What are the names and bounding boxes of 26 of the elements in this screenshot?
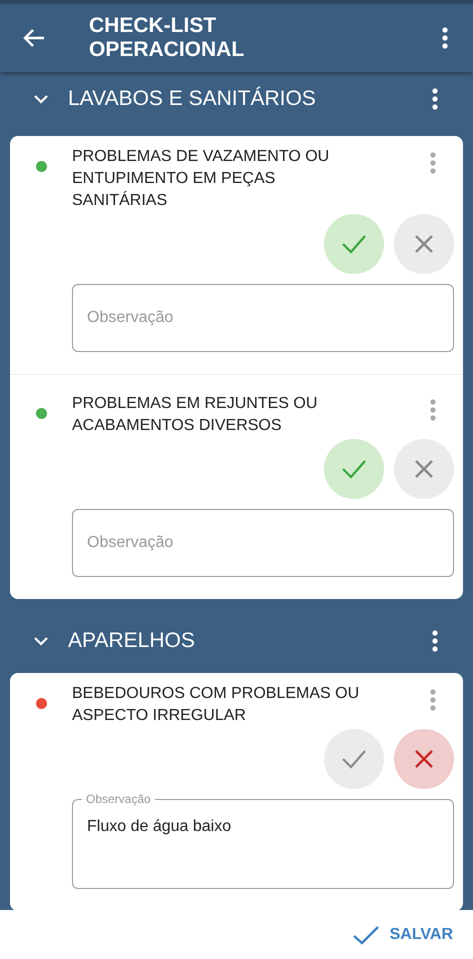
item-title: PROBLEMAS DE VAZAMENTO OU ENTUPIMENTO EM PEÇAS SANITÁRIAS [72, 147, 330, 211]
observation-field[interactable]: Observação [72, 509, 454, 577]
more-icon [432, 88, 438, 110]
close-icon [414, 749, 434, 769]
check-icon [341, 234, 367, 254]
field-label: Observação [82, 792, 155, 806]
check-icon [352, 924, 380, 944]
section-title: APARELHOS [68, 629, 196, 653]
item-title: PROBLEMAS EM REJUNTES OU ACABAMENTOS DIVERSOS [72, 394, 318, 436]
save-button[interactable]: SALVAR [348, 920, 457, 948]
item-title: BEBEDOUROS COM PROBLEMAS OU ASPECTO IRREGULAR [72, 684, 360, 726]
chevron-icon [33, 636, 49, 646]
more-icon [442, 27, 448, 49]
more-icon [430, 689, 436, 711]
back-arrow-icon [23, 28, 45, 48]
section-title: LAVABOS E SANITÁRIOS [68, 87, 317, 111]
more-icon [432, 630, 438, 652]
observation-field[interactable]: Observação [72, 284, 454, 352]
close-icon [414, 234, 434, 254]
screen-title: CHECK-LIST OPERACIONAL [89, 14, 246, 62]
check-icon [341, 749, 367, 769]
check-icon [341, 459, 367, 479]
close-icon [414, 459, 434, 479]
chevron-icon [33, 94, 49, 104]
more-icon [430, 399, 436, 421]
more-icon [430, 152, 436, 174]
